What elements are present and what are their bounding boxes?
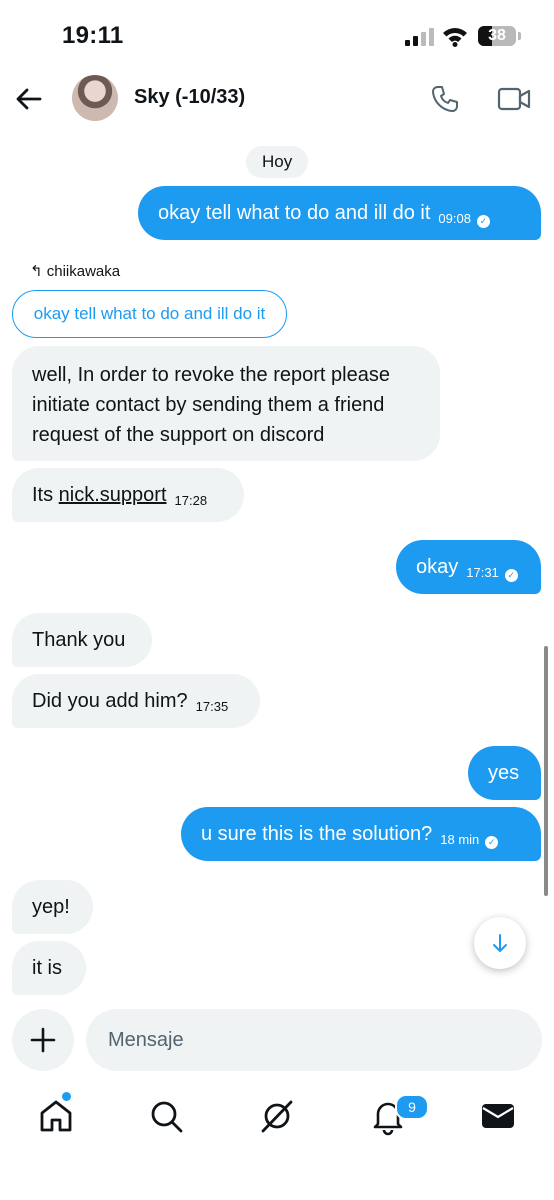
phone-icon[interactable] xyxy=(430,84,460,114)
reply-arrow-icon: ↰ xyxy=(30,263,43,280)
incoming-message[interactable]: Did you add him? 17:35 xyxy=(12,674,260,728)
message-text: okay xyxy=(416,556,459,578)
video-camera-icon[interactable] xyxy=(497,85,531,113)
message-time: 09:08 xyxy=(438,211,471,226)
message-list[interactable]: Hoy okay tell what to do and ill do it 09… xyxy=(0,128,554,1000)
message-time: 18 min xyxy=(440,832,480,847)
home-unread-dot xyxy=(62,1092,71,1101)
read-check-icon: ✓ xyxy=(476,215,490,228)
battery-nub xyxy=(518,32,521,40)
grok-icon[interactable] xyxy=(257,1096,297,1136)
incoming-message[interactable]: Its nick.support 17:28 xyxy=(12,468,244,522)
notifications-badge: 9 xyxy=(395,1094,429,1120)
message-time: 17:28 xyxy=(174,493,208,508)
outgoing-message[interactable]: u sure this is the solution? 18 min ✓ xyxy=(181,807,541,861)
battery-level: 38 xyxy=(488,27,506,44)
cellular-signal-icon xyxy=(405,28,434,46)
message-text: Its xyxy=(32,484,59,506)
message-text: okay tell what to do and ill do it xyxy=(158,202,431,224)
incoming-message[interactable]: yep! xyxy=(12,880,93,934)
message-link[interactable]: nick.support xyxy=(59,484,167,506)
incoming-message[interactable]: Thank you xyxy=(12,613,152,667)
outgoing-message[interactable]: yes xyxy=(468,746,541,800)
message-text: Did you add him? xyxy=(32,690,188,712)
status-time: 19:11 xyxy=(62,22,124,49)
message-text: yes xyxy=(488,762,520,784)
bottom-navigation: 9 xyxy=(0,1080,554,1200)
incoming-message[interactable]: well, In order to revoke the report plea… xyxy=(12,346,440,461)
search-icon[interactable] xyxy=(146,1096,186,1136)
conversation-header: Sky (-10/33) xyxy=(0,70,554,128)
outgoing-message[interactable]: okay tell what to do and ill do it 09:08 ✓ xyxy=(138,186,541,240)
reply-username: chiikawaka xyxy=(46,263,121,280)
incoming-message[interactable]: it is xyxy=(12,941,86,995)
battery-icon: 38 xyxy=(478,26,516,46)
message-text: it is xyxy=(32,957,62,979)
message-time: 17:31 xyxy=(466,565,499,580)
message-text: u sure this is the solution? xyxy=(201,823,433,845)
outgoing-message[interactable]: okay 17:31 ✓ xyxy=(396,540,541,594)
message-text: well, In order to revoke the report plea… xyxy=(32,364,390,446)
read-check-icon: ✓ xyxy=(504,569,518,582)
date-separator: Hoy xyxy=(246,146,309,178)
status-bar: 19:11 38 xyxy=(0,0,554,70)
message-text: yep! xyxy=(32,896,70,918)
quoted-message[interactable]: okay tell what to do and ill do it xyxy=(12,290,287,338)
read-check-icon: ✓ xyxy=(485,836,499,849)
contact-name[interactable]: Sky (-10/33) xyxy=(134,86,245,109)
reply-context: ↰ chiikawaka xyxy=(30,262,120,280)
arrow-left-icon[interactable] xyxy=(14,84,44,114)
scroll-to-bottom-button[interactable] xyxy=(474,917,526,969)
avatar[interactable] xyxy=(72,75,118,121)
mail-icon[interactable] xyxy=(478,1096,518,1136)
add-attachment-button[interactable] xyxy=(12,1009,74,1071)
message-composer xyxy=(0,1000,554,1080)
scrollbar[interactable] xyxy=(544,646,548,896)
message-text: Thank you xyxy=(32,629,126,651)
wifi-icon xyxy=(443,28,467,47)
message-input[interactable] xyxy=(86,1009,542,1071)
arrow-down-icon xyxy=(493,934,507,952)
plus-icon xyxy=(30,1027,56,1053)
home-icon[interactable] xyxy=(36,1096,76,1136)
message-time: 17:35 xyxy=(195,699,229,714)
